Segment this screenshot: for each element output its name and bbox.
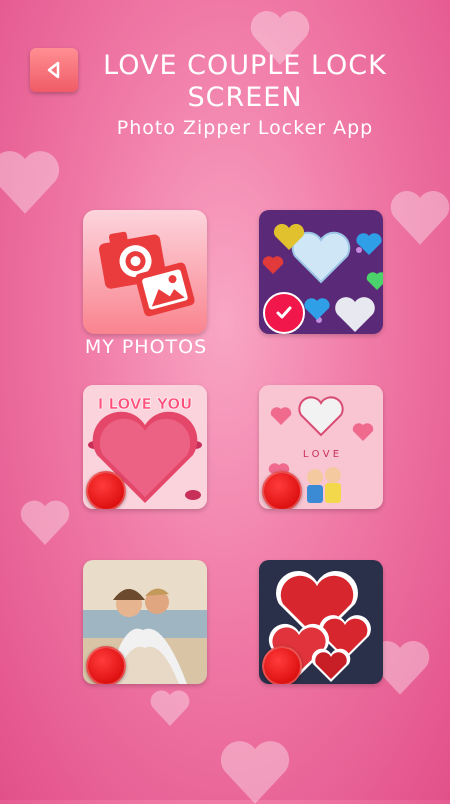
checkmark-icon xyxy=(276,306,292,319)
theme-couple-beach[interactable] xyxy=(83,560,207,684)
red-dot-icon xyxy=(262,646,302,684)
background-heart-icon xyxy=(0,151,60,214)
theme-i-love-you-heart[interactable]: I LOVE YOU xyxy=(83,385,207,509)
background-heart-icon xyxy=(220,741,290,804)
theme-diamond-hearts[interactable] xyxy=(259,210,383,334)
red-dot-icon xyxy=(262,471,302,509)
my-photos-label: MY PHOTOS xyxy=(84,336,208,358)
back-button[interactable] xyxy=(30,48,78,92)
page-title: LOVE COUPLE LOCK SCREEN xyxy=(103,50,387,113)
back-arrow-icon xyxy=(47,61,60,79)
camera-photo-icon xyxy=(99,231,195,317)
my-photos-button[interactable] xyxy=(83,210,207,334)
header: LOVE COUPLE LOCK SCREEN Photo Zipper Loc… xyxy=(80,50,410,140)
background-heart-icon xyxy=(20,500,70,545)
background-heart-icon xyxy=(150,690,190,726)
theme-red-hearts[interactable] xyxy=(259,560,383,684)
background-heart-icon xyxy=(390,191,450,245)
theme-love-kids[interactable]: L O V E xyxy=(259,385,383,509)
red-dot-icon xyxy=(86,646,126,684)
svg-text:L O V E: L O V E xyxy=(303,449,339,460)
page-subtitle: Photo Zipper Locker App xyxy=(116,117,374,139)
selected-check-badge xyxy=(263,292,305,334)
red-dot-icon xyxy=(86,471,126,509)
i-love-you-text: I LOVE YOU xyxy=(98,395,193,413)
